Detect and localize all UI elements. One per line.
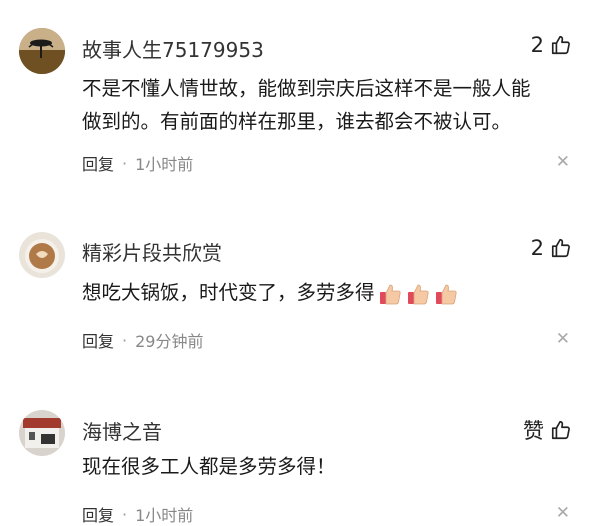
reply-button[interactable]: 回复 — [82, 502, 114, 526]
like-label: 赞 — [523, 419, 544, 443]
like-button[interactable]: 赞 — [523, 415, 572, 445]
comment-text: 现在很多工人都是多劳多得！ — [82, 450, 582, 483]
comment-meta: 回复 · 1小时前 — [82, 151, 193, 175]
emoji-group — [377, 281, 459, 307]
thumb-up-outline-icon — [551, 420, 570, 440]
timestamp: 29分钟前 — [135, 332, 204, 351]
thumb-up-outline-icon — [551, 35, 570, 55]
like-count: 2 — [530, 33, 544, 57]
username[interactable]: 海博之音 — [82, 416, 162, 445]
comment-text-line: 想吃大锅饭，时代变了，多劳多得 — [82, 281, 375, 304]
comment-text-line: 现在很多工人都是多劳多得！ — [82, 455, 336, 478]
comment-text: 想吃大锅饭，时代变了，多劳多得 — [82, 276, 582, 309]
thumbs-up-emoji — [379, 284, 401, 304]
thumbs-up-emoji — [435, 284, 457, 304]
user-avatar[interactable] — [19, 410, 65, 456]
separator-dot: · — [122, 153, 128, 173]
comment-item: 海博之音 赞 现在很多工人都是多劳多得！ 回复 · 1小时前 ✕ — [0, 370, 600, 526]
comment-item: 精彩片段共欣赏 2 想吃大锅饭，时代变了，多劳多得 回复 · 29分钟前 ✕ — [0, 190, 600, 370]
user-avatar[interactable] — [19, 28, 65, 74]
reply-button[interactable]: 回复 — [82, 151, 114, 175]
username[interactable]: 精彩片段共欣赏 — [82, 237, 222, 266]
like-count: 2 — [530, 236, 544, 260]
reply-button[interactable]: 回复 — [82, 328, 114, 352]
comment-meta: 回复 · 1小时前 — [82, 502, 193, 526]
user-avatar[interactable] — [19, 232, 65, 278]
comment-meta: 回复 · 29分钟前 — [82, 328, 203, 352]
timestamp: 1小时前 — [135, 155, 194, 174]
comment-text-line: 做到的。有前面的样在那里，谁去都会不被认可。 — [82, 110, 512, 133]
close-icon[interactable]: ✕ — [556, 154, 570, 171]
separator-dot: · — [122, 330, 128, 350]
like-button[interactable]: 2 — [531, 236, 572, 260]
close-icon[interactable]: ✕ — [556, 331, 570, 348]
like-button[interactable]: 2 — [531, 33, 572, 57]
timestamp: 1小时前 — [135, 506, 194, 525]
comment-text: 不是不懂人情世故，能做到宗庆后这样不是一般人能 做到的。有前面的样在那里，谁去都… — [82, 72, 582, 138]
thumbs-up-emoji — [407, 284, 429, 304]
separator-dot: · — [122, 504, 128, 524]
comment-text-line: 不是不懂人情世故，能做到宗庆后这样不是一般人能 — [82, 77, 531, 100]
username[interactable]: 故事人生75179953 — [82, 34, 264, 63]
thumb-up-outline-icon — [551, 238, 570, 258]
close-icon[interactable]: ✕ — [556, 505, 570, 522]
comment-item: 故事人生75179953 2 不是不懂人情世故，能做到宗庆后这样不是一般人能 做… — [0, 0, 600, 190]
